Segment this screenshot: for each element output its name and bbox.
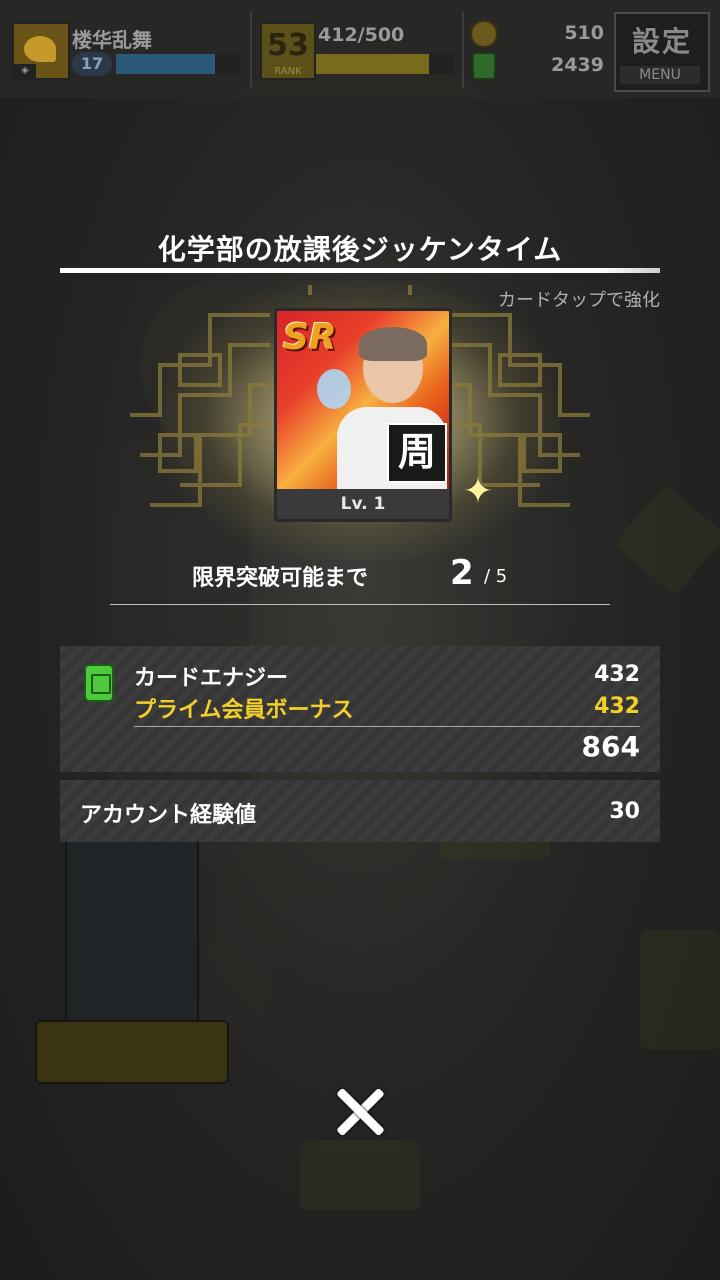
player-emblem[interactable]: ◈ — [12, 22, 70, 80]
energy-value: 432 — [594, 662, 640, 687]
rank-badge: 53 RANK — [260, 22, 316, 80]
reward-card[interactable]: SR 周 Lv. 1 — [274, 308, 452, 522]
rank-label: RANK — [274, 66, 302, 77]
bonus-value: 432 — [594, 694, 640, 719]
background-pillar — [35, 830, 229, 1090]
close-icon[interactable] — [334, 1086, 386, 1138]
energy-total: 864 — [581, 730, 640, 763]
dialog-title: 化学部の放課後ジッケンタイム — [157, 233, 563, 266]
energy-canister-icon — [84, 664, 114, 702]
emblem-icon — [24, 36, 56, 62]
character-hair — [359, 327, 427, 361]
stamina-fill — [316, 54, 430, 74]
limit-break-label: 限界突破可能まで — [192, 566, 369, 591]
card-type-badge: 周 — [387, 423, 447, 483]
limit-break-max: / 5 — [484, 566, 508, 587]
energy-label: カードエナジー — [134, 666, 289, 691]
energy-reward-panel: カードエナジー 432 プライム会員ボーナス 432 864 — [60, 646, 660, 772]
card-artwork: SR 周 — [277, 311, 449, 489]
card-level: Lv. 1 — [277, 489, 449, 519]
background-decoration — [640, 930, 720, 1050]
status-bar: ◈ 楼华乱舞 17 53 RANK 412/500 510 2439 設定 ME… — [0, 0, 720, 98]
exp-label: アカウント経験値 — [80, 803, 257, 828]
player-exp-bar — [116, 54, 240, 74]
menu-label: MENU — [620, 66, 700, 84]
energy-canister-icon — [472, 52, 496, 80]
stamina-bar — [316, 54, 454, 74]
background-decoration — [300, 1140, 420, 1210]
stamina-text: 412/500 — [318, 24, 405, 46]
player-name: 楼华乱舞 — [72, 28, 152, 52]
exp-reward-panel: アカウント経験値 30 — [60, 780, 660, 842]
limit-break-divider — [110, 604, 610, 605]
menu-kanji: 設定 — [631, 25, 692, 58]
emblem-badge-icon: ◈ — [14, 64, 36, 78]
player-exp-fill — [116, 54, 216, 74]
divider — [462, 12, 464, 88]
energy-count: 2439 — [551, 54, 604, 76]
exp-value: 30 — [609, 799, 640, 824]
player-level-badge: 17 — [72, 52, 112, 76]
sparkle-icon: ✦ — [462, 471, 494, 512]
card-rarity: SR — [283, 317, 337, 358]
coin-icon — [470, 20, 498, 48]
coin-count: 510 — [564, 22, 604, 44]
flask-illustration — [317, 369, 351, 409]
divider — [250, 12, 252, 88]
rank-number: 53 — [267, 28, 309, 63]
limit-break-current: 2 — [450, 553, 474, 593]
menu-button[interactable]: 設定 MENU — [614, 12, 710, 92]
bonus-label: プライム会員ボーナス — [134, 698, 354, 723]
title-underline — [60, 268, 660, 273]
energy-divider — [134, 726, 640, 727]
